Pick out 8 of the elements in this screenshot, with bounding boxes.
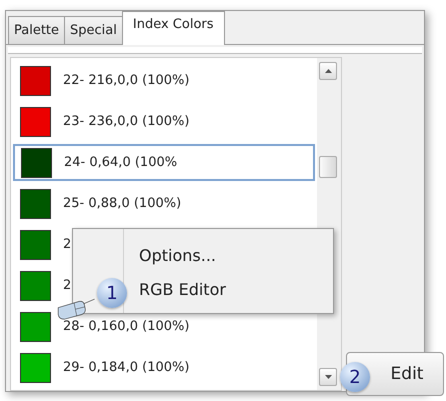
color-label: 22- 216,0,0 (100%) — [63, 73, 190, 88]
color-label: 25- 0,88,0 (100%) — [63, 196, 182, 211]
color-label: 23- 236,0,0 (100%) — [63, 114, 190, 129]
color-label: 29- 0,184,0 (100%) — [63, 360, 190, 375]
color-label: 2 — [63, 237, 72, 252]
color-label: 24- 0,64,0 (100% — [64, 155, 178, 170]
color-label: 2 — [63, 278, 72, 293]
color-label: 28- 0,160,0 (100%) — [63, 319, 190, 334]
